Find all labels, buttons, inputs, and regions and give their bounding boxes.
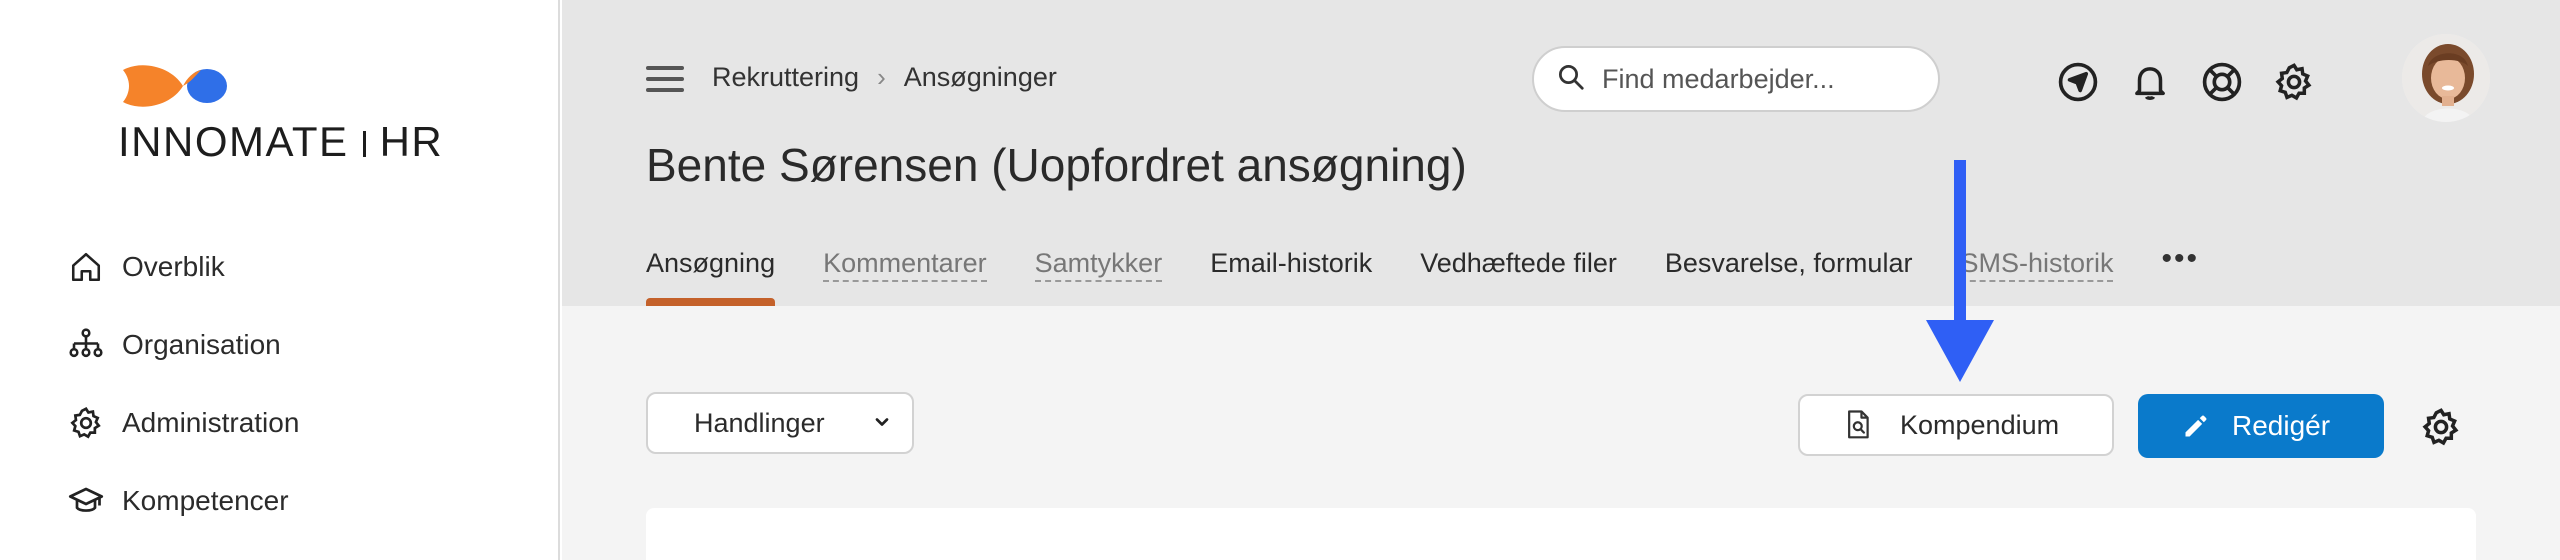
pencil-icon [2182, 412, 2210, 440]
sidebar-item-administration[interactable]: Administration [66, 384, 526, 462]
tab-bar: Ansøgning Kommentarer Samtykker Email-hi… [646, 242, 2247, 306]
page-settings-gear-icon[interactable] [2420, 406, 2462, 448]
search-icon [1556, 62, 1586, 97]
gear-icon [66, 403, 106, 443]
more-tabs-icon[interactable]: ••• [2161, 242, 2199, 300]
actions-dropdown[interactable]: Handlinger [646, 392, 914, 454]
logo-mark [123, 65, 227, 107]
kompendium-button[interactable]: Kompendium [1798, 394, 2114, 456]
tab-vedhaeftede-filer[interactable]: Vedhæftede filer [1420, 248, 1617, 306]
menu-toggle-icon[interactable] [646, 66, 684, 96]
tab-email-historik[interactable]: Email-historik [1210, 248, 1372, 306]
sidebar-item-label: Organisation [122, 329, 281, 360]
top-header: Rekruttering › Ansøgninger Find medarbej… [562, 0, 2560, 306]
sidebar-item-organisation[interactable]: Organisation [66, 306, 526, 384]
search-box[interactable] [1532, 46, 1940, 112]
tab-besvarelse-formular[interactable]: Besvarelse, formular [1665, 248, 1913, 306]
sidebar-item-kompetencer[interactable]: Kompetencer [66, 462, 526, 540]
kompendium-label: Kompendium [1900, 409, 2060, 440]
page-title: Bente Sørensen (Uopfordret ansøgning) [646, 139, 1467, 191]
sidebar-item-label: Administration [122, 407, 300, 438]
document-search-icon [1844, 409, 1874, 441]
breadcrumb: Rekruttering › Ansøgninger [712, 62, 1057, 93]
app-logo[interactable]: INNOMATE HR [118, 62, 458, 172]
main-content: Handlinger Kompendium Redigér [562, 306, 2560, 560]
annotation-arrow-icon [1926, 160, 1994, 382]
tab-kommentarer[interactable]: Kommentarer [823, 248, 987, 306]
home-icon [66, 247, 106, 287]
sidebar-item-label: Kompetencer [122, 485, 289, 516]
actions-dropdown-label: Handlinger [694, 407, 825, 438]
search-input[interactable] [1602, 63, 1922, 95]
lifebuoy-icon[interactable] [2198, 58, 2246, 106]
org-chart-icon [66, 325, 106, 365]
sidebar-nav: Overblik Organisation Administration Kom… [66, 228, 526, 540]
breadcrumb-link-rekruttering[interactable]: Rekruttering [712, 62, 859, 93]
bell-icon[interactable] [2126, 58, 2174, 106]
edit-label: Redigér [2232, 410, 2331, 441]
content-card [646, 508, 2476, 560]
chevron-right-icon: › [877, 62, 886, 92]
tab-ansogning[interactable]: Ansøgning [646, 248, 776, 306]
user-avatar[interactable] [2402, 34, 2490, 122]
sidebar: INNOMATE HR Overblik Organisation Adminis… [0, 0, 560, 560]
sidebar-item-overblik[interactable]: Overblik [66, 228, 526, 306]
logo-wordmark: INNOMATE HR [118, 118, 444, 165]
header-icon-bar [2054, 58, 2342, 106]
sidebar-item-label: Overblik [122, 251, 225, 282]
tab-samtykker[interactable]: Samtykker [1034, 248, 1163, 306]
chevron-down-icon [872, 408, 892, 439]
graduation-cap-icon [66, 481, 106, 521]
navigation-icon[interactable] [2054, 58, 2102, 106]
settings-gear-icon[interactable] [2270, 58, 2318, 106]
breadcrumb-current[interactable]: Ansøgninger [904, 62, 1057, 93]
edit-button[interactable]: Redigér [2138, 394, 2384, 458]
